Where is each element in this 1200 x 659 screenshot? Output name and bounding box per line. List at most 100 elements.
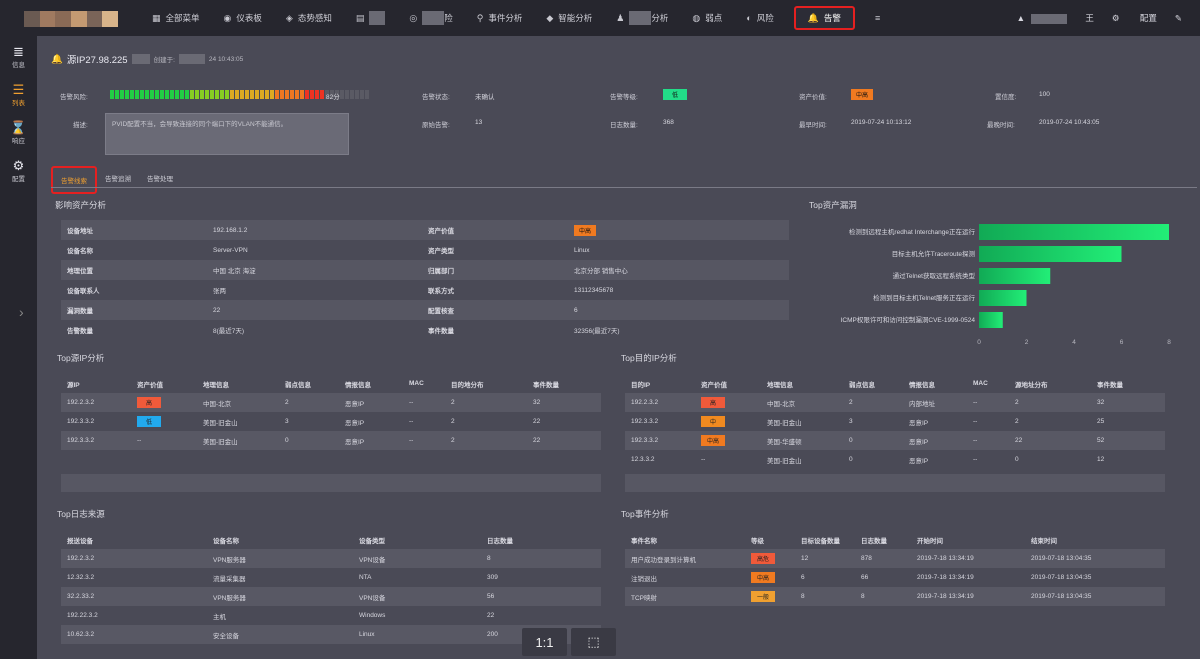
column-header[interactable]: 日志数量 xyxy=(481,535,601,545)
column-header[interactable]: MAC xyxy=(967,380,1009,387)
nav-item-label: 全部菜单 xyxy=(165,13,200,23)
risk-segment xyxy=(180,90,184,99)
fit-screen-button[interactable]: ⬚ xyxy=(571,628,616,656)
column-header[interactable]: 资产价值 xyxy=(695,379,761,389)
column-header[interactable]: 等级 xyxy=(745,535,795,545)
risk-segment xyxy=(265,90,269,99)
column-header[interactable]: 目标设备数量 xyxy=(795,535,855,545)
alert-tabs: 告警线索 告警追溯 告警处理 xyxy=(51,166,181,194)
sidebar-item-3[interactable]: ⚙ 配置 xyxy=(0,154,37,188)
table-row[interactable]: 32.2.33.2 VPN服务器 VPN设备 56 xyxy=(61,587,601,606)
wrench-icon[interactable]: ✎ xyxy=(1175,13,1182,24)
tab-handle[interactable]: 告警处理 xyxy=(139,166,181,194)
table-row[interactable]: 192.3.3.2 中 美国-旧金山 3 恶意IP -- 2 25 xyxy=(625,412,1165,431)
column-header[interactable]: 报送设备 xyxy=(61,535,207,545)
expand-chevron-icon[interactable]: › xyxy=(19,304,24,320)
confidence-value: 100 xyxy=(1039,91,1050,98)
table-row[interactable]: 192.2.3.2 VPN服务器 VPN设备 8 xyxy=(61,549,601,568)
table-cell: 192.3.3.2 xyxy=(631,437,659,444)
table-row[interactable]: 192.2.3.2 高 中国-北京 2 恶意IP -- 2 32 xyxy=(61,393,601,412)
chart-bar[interactable] xyxy=(979,246,1122,262)
column-header[interactable]: 结束时间 xyxy=(1025,535,1145,545)
nav-item-5[interactable]: ⚲ 事件分析 xyxy=(465,0,535,36)
column-header[interactable]: 开始时间 xyxy=(911,535,1025,545)
table-row[interactable]: 192.3.3.2 中高 美国-华盛顿 0 恶意IP -- 22 52 xyxy=(625,431,1165,450)
table-row[interactable]: 192.3.3.2 低美国-旧金山 3 恶意IP -- 2 22 xyxy=(61,412,601,431)
table-cell: 2 xyxy=(849,399,853,406)
sidebar-item-label: 响应 xyxy=(12,138,25,145)
column-header[interactable]: 地理信息 xyxy=(197,379,279,389)
chart-bar[interactable] xyxy=(979,224,1169,240)
table-row[interactable]: 注销退出 中高 6 66 2019-7-18 13:34:19 2019-07-18 13… xyxy=(625,568,1165,587)
brand-logo[interactable] xyxy=(24,11,119,27)
table-row[interactable]: 192.3.3.2 -- 美国-旧金山 0 恶意IP -- 2 22 xyxy=(61,431,601,450)
actual-size-button[interactable]: 1:1 xyxy=(522,628,567,656)
nav-item-label: 告警 xyxy=(823,13,841,23)
grid-icon: ▦ xyxy=(152,12,161,23)
nav-item-2[interactable]: ◈ 态势感知 xyxy=(274,0,344,36)
column-header[interactable]: MAC xyxy=(403,380,445,387)
column-header[interactable]: 事件名称 xyxy=(625,535,745,545)
status-value: 未确认 xyxy=(475,94,495,101)
column-header[interactable]: 情报信息 xyxy=(903,379,967,389)
dst-ip-table: 目的IP 资产价值 地理信息 弱点信息 情报信息 MAC 源地址分布 事件数量 192.2.3.… xyxy=(625,374,1165,469)
column-header[interactable]: 目的地分布 xyxy=(445,379,527,389)
column-header[interactable]: 设备类型 xyxy=(353,535,481,545)
chart-bar[interactable] xyxy=(979,312,1003,328)
column-header[interactable]: 源IP xyxy=(61,379,131,389)
sidebar-item-2[interactable]: ⌛ 响应 xyxy=(0,116,37,150)
chart-bar[interactable] xyxy=(979,268,1051,284)
column-header[interactable]: 弱点信息 xyxy=(279,379,339,389)
level-badge: 中 xyxy=(701,416,725,427)
nav-item-0[interactable]: ▦ 全部菜单 xyxy=(140,0,212,36)
nav-item-11[interactable]: ≡ xyxy=(863,0,897,36)
column-header[interactable]: 日志数量 xyxy=(855,535,911,545)
risk-segment xyxy=(155,90,159,99)
table-row[interactable]: 用户成功登录到计算机 高危 12 878 2019-7-18 13:34:19 2019-… xyxy=(625,549,1165,568)
user-icon[interactable]: ▲ 王 xyxy=(1017,12,1094,24)
column-header[interactable]: 弱点信息 xyxy=(843,379,903,389)
table-cell: 中国-北京 xyxy=(203,400,232,408)
nav-item-1[interactable]: ◉ 仪表板 xyxy=(212,0,274,36)
nav-item-8[interactable]: ◍ 弱点 xyxy=(680,0,734,36)
table-cell: 中高 xyxy=(745,572,795,583)
nav-item-3[interactable]: ▤ xyxy=(344,0,398,36)
sidebar-item-1[interactable]: ☰ 列表 xyxy=(0,78,37,112)
table-row[interactable]: 12.3.3.2 -- 美国-旧金山 0 恶意IP -- 0 12 xyxy=(625,450,1165,469)
column-header[interactable]: 事件数量 xyxy=(1091,379,1165,389)
tab-clues[interactable]: 告警线索 xyxy=(51,166,97,194)
table-row[interactable]: 192.2.3.2 高 中国-北京 2 内部地址 -- 2 32 xyxy=(625,393,1165,412)
table-row[interactable]: 192.22.3.2 主机 Windows 22 xyxy=(61,606,601,625)
column-header[interactable]: 目的IP xyxy=(625,379,695,389)
risk-segment xyxy=(310,90,314,99)
nav-item-6[interactable]: ◆ 智能分析 xyxy=(534,0,604,36)
nav-item-4[interactable]: ◎ 险 xyxy=(397,0,464,36)
column-header[interactable]: 资产价值 xyxy=(131,379,197,389)
asset-field-label: 漏洞数量 xyxy=(67,308,93,315)
nav-item-10[interactable]: 🔔 告警 xyxy=(793,6,855,30)
column-header[interactable]: 设备名称 xyxy=(207,535,353,545)
chart-category-label: 通过Telnet获取远程系统类型 xyxy=(893,271,976,280)
nav-item-9[interactable]: ◐ 风险 xyxy=(734,0,785,36)
config-button[interactable]: ⚙ 配置 xyxy=(1112,12,1157,24)
last-time-value: 2019-07-24 10:43:05 xyxy=(1039,119,1100,126)
dst-section-title: Top目的IP分析 xyxy=(621,353,677,363)
column-header[interactable]: 地理信息 xyxy=(761,379,843,389)
risk-segment xyxy=(115,90,119,99)
risk-segment xyxy=(280,90,284,99)
column-header[interactable]: 事件数量 xyxy=(527,379,601,389)
table-row[interactable]: 10.62.3.2 安全设备 Linux 200 xyxy=(61,625,601,644)
nav-item-7[interactable]: ♟ 分析 xyxy=(604,0,680,36)
sidebar-item-0[interactable]: ≣ 信息 xyxy=(0,40,37,74)
table-row[interactable]: 12.32.3.2 流量采集器 NTA 309 xyxy=(61,568,601,587)
table-header-row: 事件名称 等级 目标设备数量 日志数量 开始时间 结束时间 xyxy=(625,530,1165,549)
column-header[interactable]: 源地址分布 xyxy=(1009,379,1091,389)
tab-trace[interactable]: 告警追溯 xyxy=(97,166,139,194)
table-row[interactable]: TCP映射 一般 8 8 2019-7-18 13:34:19 2019-07-18 13… xyxy=(625,587,1165,606)
column-header[interactable]: 情报信息 xyxy=(339,379,403,389)
chart-bar[interactable] xyxy=(979,290,1027,306)
table-cell: 3 xyxy=(285,418,289,425)
description-textarea[interactable]: PVID配置不当，会导致连接的同个端口下的VLAN不能通信。 xyxy=(105,113,349,155)
table-cell: 美国-旧金山 xyxy=(767,457,802,465)
risk-segment xyxy=(215,90,219,99)
